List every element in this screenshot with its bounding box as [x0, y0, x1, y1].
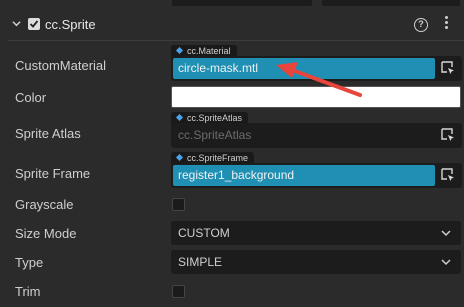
trim-label: Trim — [15, 284, 41, 299]
help-icon[interactable]: ? — [414, 18, 428, 32]
component-title: cc.Sprite — [45, 17, 96, 32]
more-options-icon[interactable] — [445, 16, 449, 32]
asset-picker-icon[interactable] — [441, 61, 455, 75]
asset-picker-icon[interactable] — [441, 168, 455, 182]
component-enabled-checkbox[interactable] — [28, 18, 40, 30]
sprite-atlas-value[interactable]: cc.SpriteAtlas — [173, 125, 435, 146]
chevron-down-icon[interactable] — [12, 19, 21, 28]
grayscale-checkbox[interactable] — [172, 198, 185, 211]
type-select[interactable]: SIMPLE — [171, 250, 461, 274]
previous-field-strip — [172, 0, 312, 6]
sprite-atlas-label: Sprite Atlas — [15, 126, 81, 141]
grayscale-label: Grayscale — [15, 197, 74, 212]
type-value: SIMPLE — [178, 255, 223, 269]
component-header[interactable]: cc.Sprite ? — [0, 12, 464, 40]
chevron-down-icon — [441, 259, 451, 266]
diamond-icon — [175, 113, 184, 122]
sprite-frame-label: Sprite Frame — [15, 166, 91, 181]
size-mode-value: CUSTOM — [178, 226, 230, 240]
color-swatch[interactable] — [171, 86, 461, 108]
color-label: Color — [15, 90, 47, 105]
diamond-icon — [175, 153, 184, 162]
size-mode-label: Size Mode — [15, 226, 77, 241]
size-mode-select[interactable]: CUSTOM — [171, 221, 461, 245]
custom-material-label: CustomMaterial — [15, 58, 107, 73]
diamond-icon — [175, 46, 184, 55]
checkmark-icon — [29, 20, 39, 28]
type-label: Type — [15, 255, 44, 270]
custom-material-value[interactable]: circle-mask.mtl — [173, 58, 435, 79]
previous-field-strip — [322, 0, 460, 6]
trim-checkbox[interactable] — [172, 285, 185, 298]
chevron-down-icon — [441, 230, 451, 237]
sprite-frame-value[interactable]: register1_background — [173, 165, 435, 186]
divider — [8, 40, 464, 41]
asset-picker-icon[interactable] — [441, 128, 455, 142]
